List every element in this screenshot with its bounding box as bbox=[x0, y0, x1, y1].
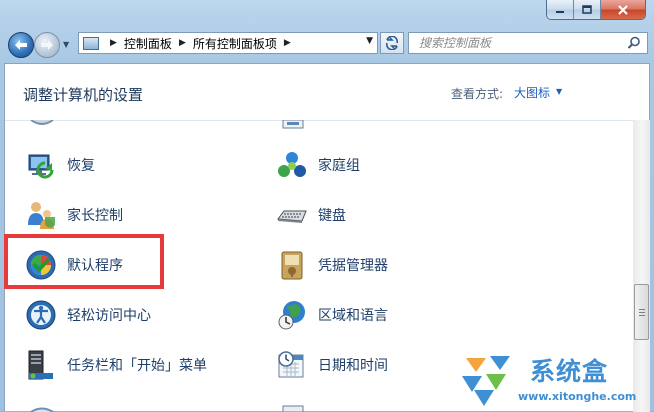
maximize-button[interactable] bbox=[574, 0, 601, 19]
close-icon bbox=[618, 4, 628, 15]
minimize-icon bbox=[556, 10, 564, 13]
watermark: 系统盒 www.xitonghe.com bbox=[458, 352, 648, 408]
refresh-icon bbox=[385, 36, 399, 50]
control-panel-item-region-language[interactable]: 区域和语言 bbox=[276, 297, 388, 333]
breadcrumb-separator-icon[interactable]: ▶ bbox=[284, 38, 291, 48]
region-language-icon bbox=[278, 301, 305, 330]
item-label: 轻松访问中心 bbox=[67, 308, 151, 324]
view-by-dropdown[interactable]: 大图标 bbox=[514, 84, 550, 101]
maximize-icon bbox=[582, 5, 592, 14]
item-label: 日期和时间 bbox=[318, 358, 388, 374]
caption-buttons bbox=[546, 0, 646, 20]
taskbar-start-menu-icon bbox=[28, 350, 53, 380]
item-label: 凭据管理器 bbox=[318, 258, 388, 274]
control-panel-icon bbox=[83, 36, 99, 50]
control-panel-window: ▼ ▶ 控制面板 ▶ 所有控制面板项 ▶ ▼ 调整计算机的设置 查看方式: bbox=[0, 0, 654, 412]
control-panel-item-homegroup[interactable]: 家庭组 bbox=[276, 147, 360, 183]
control-panel-item-ease-of-access[interactable]: 轻松访问中心 bbox=[25, 297, 151, 333]
recovery-icon bbox=[28, 154, 54, 179]
item-label: 家庭组 bbox=[318, 158, 360, 174]
control-panel-item-parental-controls[interactable]: 家长控制 bbox=[25, 197, 123, 233]
search-icon[interactable] bbox=[627, 36, 641, 50]
search-box[interactable] bbox=[408, 32, 648, 54]
control-panel-item-keyboard[interactable]: 键盘 bbox=[276, 197, 346, 233]
highlight-box bbox=[4, 234, 164, 289]
grip-line bbox=[639, 309, 645, 310]
grip-line bbox=[639, 315, 645, 316]
arrow-left-icon bbox=[15, 40, 27, 50]
arrow-right-icon bbox=[41, 40, 53, 50]
refresh-button[interactable] bbox=[380, 32, 404, 54]
minimize-button[interactable] bbox=[547, 0, 574, 19]
address-dropdown-icon[interactable]: ▼ bbox=[366, 36, 373, 46]
scrollbar-thumb[interactable] bbox=[634, 284, 649, 340]
parental-controls-icon bbox=[28, 202, 55, 229]
breadcrumb-separator-icon[interactable]: ▶ bbox=[110, 38, 117, 48]
view-by-label: 查看方式: bbox=[451, 87, 504, 101]
search-input[interactable] bbox=[417, 35, 621, 51]
breadcrumb-control-panel[interactable]: 控制面板 bbox=[124, 35, 172, 52]
date-time-icon bbox=[278, 351, 304, 378]
page-title: 调整计算机的设置 bbox=[23, 86, 144, 104]
keyboard-icon bbox=[277, 210, 307, 223]
back-button[interactable] bbox=[8, 32, 34, 58]
close-button[interactable] bbox=[601, 0, 645, 19]
grip-line bbox=[639, 312, 645, 313]
watermark-url: www.xitonghe.com bbox=[518, 390, 637, 403]
watermark-logo-icon bbox=[462, 356, 510, 406]
address-toolbar: ▼ ▶ 控制面板 ▶ 所有控制面板项 ▶ ▼ bbox=[6, 30, 648, 58]
recent-pages-dropdown[interactable]: ▼ bbox=[63, 40, 69, 49]
partial-item-icon bbox=[30, 120, 54, 125]
item-label: 恢复 bbox=[67, 158, 95, 174]
item-label: 键盘 bbox=[318, 208, 346, 224]
item-label: 任务栏和「开始」菜单 bbox=[67, 358, 207, 374]
control-panel-item-taskbar-start-menu[interactable]: 任务栏和「开始」菜单 bbox=[25, 347, 207, 383]
address-bar[interactable]: ▶ 控制面板 ▶ 所有控制面板项 ▶ ▼ bbox=[78, 32, 378, 54]
control-panel-item-recovery[interactable]: 恢复 bbox=[25, 147, 95, 183]
ease-of-access-icon bbox=[26, 300, 56, 330]
homegroup-icon bbox=[278, 152, 306, 177]
item-label: 区域和语言 bbox=[318, 308, 388, 324]
forward-button[interactable] bbox=[34, 32, 60, 58]
control-panel-item-credential-manager[interactable]: 凭据管理器 bbox=[276, 247, 388, 283]
breadcrumb-separator-icon[interactable]: ▶ bbox=[179, 38, 186, 48]
breadcrumb-all-items[interactable]: 所有控制面板项 bbox=[193, 35, 277, 52]
credential-manager-icon bbox=[281, 251, 303, 280]
control-panel-item-date-time[interactable]: 日期和时间 bbox=[276, 347, 388, 383]
chevron-down-icon[interactable]: ▼ bbox=[556, 87, 562, 96]
item-label: 家长控制 bbox=[67, 208, 123, 224]
watermark-text: 系统盒 bbox=[530, 357, 609, 386]
partial-item-icon bbox=[282, 120, 304, 129]
